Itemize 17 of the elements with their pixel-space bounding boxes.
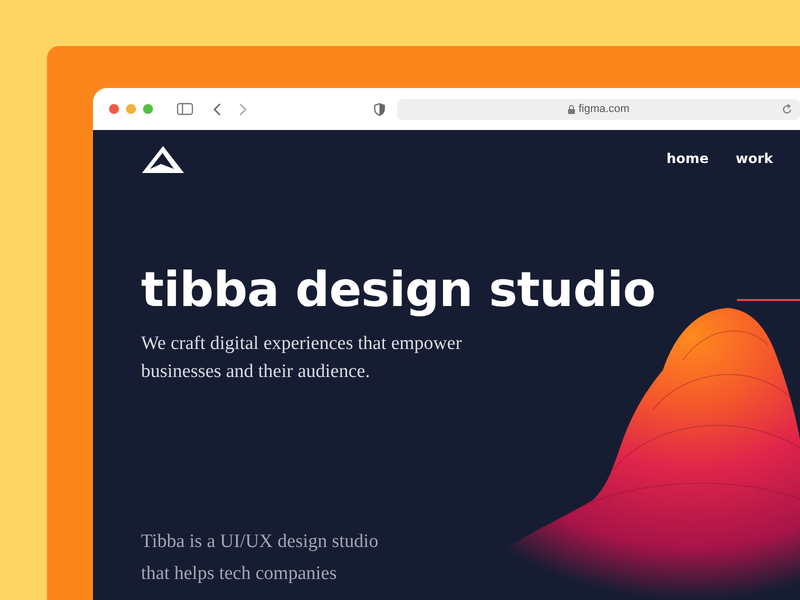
logo-icon[interactable]	[141, 144, 185, 174]
back-icon[interactable]	[213, 102, 221, 116]
hero-title: tibba design studio	[141, 261, 656, 320]
lock-icon	[568, 104, 575, 114]
nav-link[interactable]: work	[736, 151, 773, 167]
shield-icon[interactable]	[374, 102, 385, 116]
forward-icon[interactable]	[239, 102, 247, 116]
tagline-text: We craft digital experiences that empower businesses and their audience.	[141, 332, 463, 384]
url-text: figma.com	[578, 103, 630, 115]
accent-line	[737, 299, 800, 301]
reload-icon[interactable]	[782, 104, 792, 114]
nav-link[interactable]: home	[666, 151, 709, 167]
maximize-window-icon[interactable]	[143, 104, 153, 114]
sidebar-icon[interactable]	[177, 103, 193, 115]
address-bar[interactable]: figma.com	[397, 98, 800, 120]
intro-text: Tibba is a UI/UX design studio that helps tech companies	[141, 530, 380, 586]
close-window-icon[interactable]	[109, 104, 119, 114]
